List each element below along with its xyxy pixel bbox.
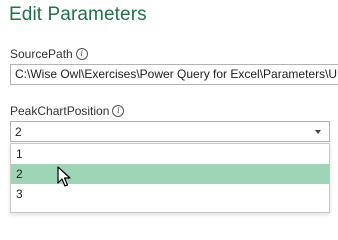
chevron-down-icon[interactable] [315,130,321,134]
peak-chart-position-label-row: PeakChartPosition i [10,104,125,118]
info-icon[interactable]: i [112,105,125,117]
source-path-input[interactable]: C:\Wise Owl\Exercises\Power Query for Ex… [10,64,338,85]
source-path-label: SourcePath [10,47,73,61]
info-icon[interactable]: i [75,48,88,60]
mouse-pointer-icon [57,166,71,187]
source-path-label-row: SourcePath i [10,47,88,61]
page-title: Edit Parameters [9,4,147,25]
peak-chart-position-select[interactable]: 2 [10,121,330,142]
peak-chart-position-label: PeakChartPosition [10,104,110,118]
selected-value: 2 [15,125,22,139]
dropdown-option-1[interactable]: 1 [11,144,329,164]
